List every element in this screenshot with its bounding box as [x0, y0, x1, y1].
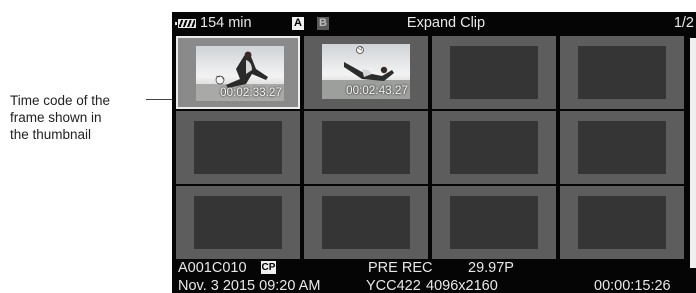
empty-thumbnail — [194, 121, 282, 174]
thumbnail-cell-1[interactable]: 00:02:33.27 — [176, 36, 300, 109]
thumbnail-timecode-2: 00:02:43.27 — [346, 85, 408, 97]
cp-badge: CP — [261, 261, 276, 274]
thumbnail-cell-10[interactable] — [304, 186, 428, 259]
page-indicator: 1/2 — [673, 15, 694, 31]
empty-thumbnail — [578, 196, 666, 249]
status-bar: 154 min A B Expand Clip 1/2 — [172, 12, 696, 36]
empty-thumbnail — [322, 121, 410, 174]
scrollbar[interactable] — [690, 38, 696, 268]
empty-thumbnail — [450, 46, 538, 99]
pre-rec-status: PRE REC — [368, 260, 433, 276]
callout-line-2: frame shown in — [10, 110, 102, 125]
color-format: YCC422 — [366, 278, 421, 293]
thumbnail-cell-9[interactable] — [176, 186, 300, 259]
thumbnail-cell-7[interactable] — [432, 111, 556, 184]
thumbnail-cell-2[interactable]: 00:02:43.27 — [304, 36, 428, 109]
resolution: 4096x2160 — [426, 278, 498, 293]
thumbnail-image-1: 00:02:33.27 — [196, 46, 284, 101]
thumbnail-timecode-1: 00:02:33.27 — [220, 87, 282, 99]
thumbnail-image-2: 00:02:43.27 — [322, 44, 410, 99]
callout-line-1: Time code of the — [10, 93, 111, 108]
clip-name: A001C010 — [178, 260, 247, 276]
recording-date: Nov. 3 2015 09:20 AM — [178, 278, 321, 293]
clip-duration: 00:00:15:26 — [594, 278, 671, 293]
thumbnail-cell-6[interactable] — [304, 111, 428, 184]
thumbnail-grid: 00:02:33.27 00:02:43.27 — [172, 12, 696, 293]
thumbnail-cell-8[interactable] — [560, 111, 684, 184]
thumbnail-cell-3[interactable] — [432, 36, 556, 109]
thumbnail-cell-4[interactable] — [560, 36, 684, 109]
thumbnail-cell-11[interactable] — [432, 186, 556, 259]
empty-thumbnail — [322, 196, 410, 249]
empty-thumbnail — [450, 121, 538, 174]
camera-screen: 00:02:33.27 00:02:43.27 154 min A B Expa… — [172, 12, 696, 293]
callout-line-3: the thumbnail — [10, 127, 92, 142]
thumbnail-cell-12[interactable] — [560, 186, 684, 259]
empty-thumbnail — [578, 46, 666, 99]
empty-thumbnail — [194, 196, 282, 249]
empty-thumbnail — [578, 121, 666, 174]
empty-thumbnail — [450, 196, 538, 249]
frame-rate: 29.97P — [468, 260, 514, 276]
screen-title: Expand Clip — [406, 15, 486, 31]
thumbnail-cell-5[interactable] — [176, 111, 300, 184]
